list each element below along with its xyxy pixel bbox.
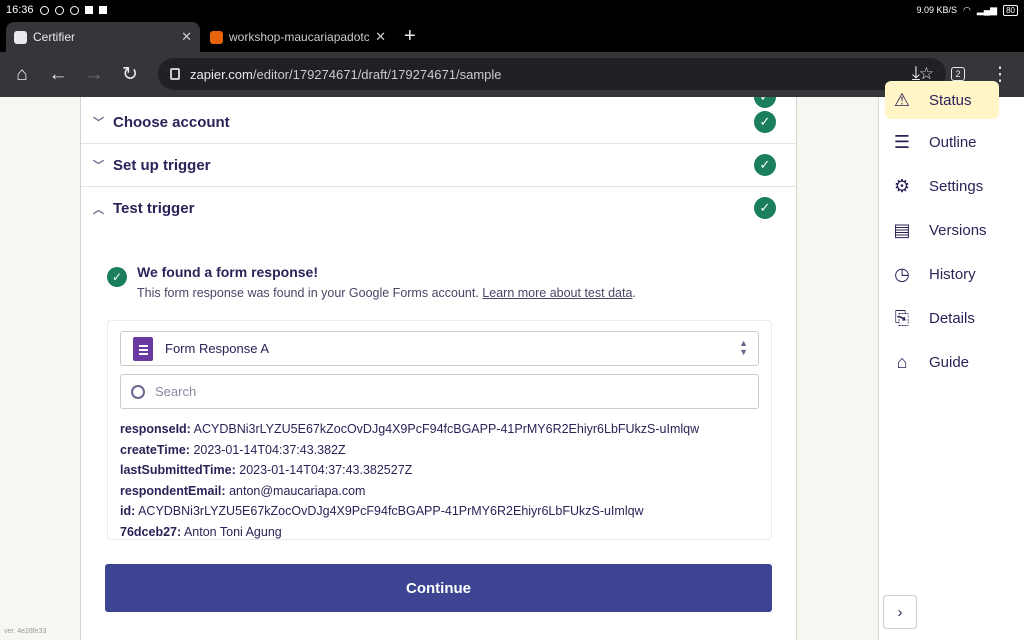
record-select[interactable]: Form Response A ▲ ▼ <box>120 331 759 366</box>
sidebar-item-label: Versions <box>929 221 987 239</box>
url-host: zapier.com <box>190 66 253 82</box>
clock-icon: ◷ <box>894 263 910 284</box>
expand-sidebar-button[interactable]: › <box>883 595 917 629</box>
field-row: responseId: ACYDBNi3rLYZU5E67kZocOvDJg4X… <box>120 422 700 436</box>
select-arrows-icon: ▲ ▼ <box>739 338 748 357</box>
tab-workshop[interactable]: workshop-maucariapadotcom ✕ <box>202 22 394 52</box>
check-icon: ✓ <box>754 154 776 176</box>
browser-toolbar: ⌂ ← → ↻ zapier.com/editor/179274671/draf… <box>0 52 1024 97</box>
signal-icon: ▂▄▆ <box>976 4 998 15</box>
editor-main: ✓ ﹀ Choose account ✓ ﹀ Set up trigger ✓ … <box>0 97 878 640</box>
search-input[interactable] <box>155 384 735 399</box>
browser-tab-strip: Certifier ✕ workshop-maucariapadotcom ✕ … <box>0 20 1024 52</box>
chevron-right-icon: › <box>897 603 903 621</box>
tab-count: 2 <box>951 67 965 81</box>
tab-title: Certifier <box>33 30 76 44</box>
back-icon[interactable]: ← <box>40 57 76 93</box>
sidebar-item-label: Outline <box>929 133 977 151</box>
record-select-value: Form Response A <box>165 341 270 356</box>
close-tab-icon[interactable]: ✕ <box>181 29 192 45</box>
field-row: respondentEmail: anton@maucariapa.com <box>120 483 366 498</box>
record-panel: Form Response A ▲▼ responseId: ACYDBNi3r… <box>107 320 772 540</box>
layers-icon: ▤ <box>893 219 911 240</box>
chevron-down-icon: ﹀ <box>93 117 104 129</box>
list-icon: ☰ <box>893 131 911 152</box>
section-set-up-trigger[interactable]: ﹀ Set up trigger ✓ <box>81 144 796 187</box>
reload-icon[interactable]: ↻ <box>112 57 148 93</box>
chevron-down-icon: ﹀ <box>93 160 104 172</box>
field-row: id: ACYDBNi3rLYZU5E67kZocOvDJg4X9PcF94fc… <box>120 504 644 518</box>
section-label: Set up trigger <box>113 156 211 174</box>
result-title: We found a form response! <box>137 264 318 280</box>
section-test-trigger[interactable]: ︿ Test trigger ✓ <box>81 187 796 230</box>
chevron-up-icon: ︿ <box>93 203 104 216</box>
bluetooth-icon <box>39 5 49 15</box>
sidebar-item-history[interactable]: ◷ History <box>885 255 999 293</box>
section-label: Test trigger <box>113 200 195 217</box>
check-icon: ✓ <box>754 111 776 133</box>
field-row: createTime: 2023-01-14T04:37:43.382Z <box>120 442 346 457</box>
tab-title: workshop-maucariapadotcom <box>229 30 370 44</box>
sidebar-item-label: Settings <box>929 177 984 195</box>
document-bolt-icon: ⎘ <box>894 307 910 328</box>
battery-icon: 80 <box>1003 4 1018 16</box>
sidebar-item-status[interactable]: ⚠ Status <box>885 81 999 119</box>
learn-more-link[interactable]: Learn more about test data <box>482 286 632 300</box>
search-field[interactable] <box>120 374 759 409</box>
network-speed: 9.09 KB/S <box>916 5 957 15</box>
close-tab-icon[interactable]: ✕ <box>375 29 386 45</box>
search-icon <box>131 384 145 399</box>
tab-certifier[interactable]: Certifier ✕ <box>6 22 200 52</box>
record-fields: responseId: ACYDBNi3rLYZU5E67kZocOvDJg4X… <box>120 419 699 542</box>
sidebar-item-versions[interactable]: ▤ Versions <box>885 211 999 249</box>
address-bar[interactable]: zapier.com/editor/179274671/draft/179274… <box>158 58 946 90</box>
certifier-favicon-icon <box>14 30 27 44</box>
notification-icon <box>98 6 107 14</box>
section-choose-account[interactable]: ﹀ Choose account ✓ <box>81 101 796 144</box>
sidebar-item-details[interactable]: ⎘ Details <box>885 299 999 337</box>
sidebar-item-label: Details <box>929 309 975 327</box>
url-path: /editor/179274671/draft/179274671/sample <box>252 66 502 82</box>
field-row: 76dceb27: Anton Toni Agung <box>120 524 282 539</box>
sidebar-item-settings[interactable]: ⚙ Settings <box>885 167 999 205</box>
continue-button[interactable]: Continue <box>105 564 772 612</box>
google-forms-icon <box>133 336 153 361</box>
android-status-bar: 16:36 9.09 KB/S ◠ ▂▄▆ 80 <box>0 0 1024 20</box>
field-row: lastSubmittedTime: 2023-01-14T04:37:43.3… <box>120 463 413 477</box>
result-description: This form response was found in your Goo… <box>137 286 636 300</box>
sidebar-item-outline[interactable]: ☰ Outline <box>885 123 999 161</box>
lock-icon <box>170 68 180 80</box>
sidebar-item-label: History <box>929 265 976 283</box>
test-result-message: ✓ We found a form response! This form re… <box>107 264 777 300</box>
wifi-icon: ◠ <box>963 4 971 15</box>
trigger-step-card: ✓ ﹀ Choose account ✓ ﹀ Set up trigger ✓ … <box>80 97 797 640</box>
graduation-cap-icon: ⌂ <box>896 351 908 372</box>
gear-icon: ⚙ <box>893 175 911 196</box>
warning-icon: ⚠ <box>893 89 911 110</box>
version-label: ver. 4e28fe33 <box>4 628 47 635</box>
sidebar-item-guide[interactable]: ⌂ Guide <box>885 343 999 381</box>
sidebar-item-label: Guide <box>929 353 970 371</box>
site-favicon-icon <box>210 30 223 44</box>
forward-icon[interactable]: → <box>76 57 112 93</box>
home-icon[interactable]: ⌂ <box>4 57 40 93</box>
section-label: Choose account <box>113 113 230 131</box>
check-icon: ✓ <box>754 197 776 219</box>
sidebar-item-label: Status <box>929 91 972 109</box>
editor-sidebar: ⚠ Status ☰ Outline ⚙ Settings ▤ Versions… <box>878 81 1024 640</box>
success-check-icon: ✓ <box>107 267 127 287</box>
notification-icon <box>54 5 64 15</box>
notification-icon <box>84 6 93 14</box>
new-tab-button[interactable]: + <box>404 26 416 46</box>
notification-icon <box>69 5 79 15</box>
clock: 16:36 <box>6 4 34 16</box>
